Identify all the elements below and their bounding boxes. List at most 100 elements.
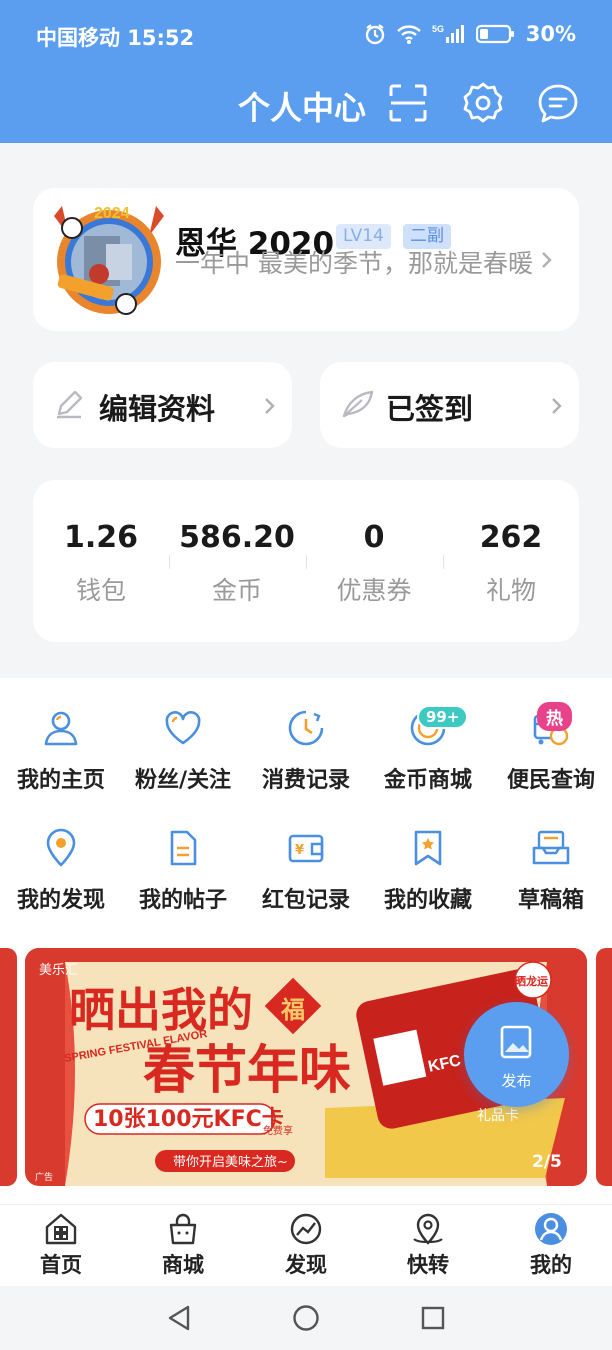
recents-icon[interactable] — [420, 1304, 446, 1332]
back-icon[interactable] — [166, 1304, 192, 1332]
wifi-icon — [396, 25, 421, 44]
tab-home[interactable]: 首页 — [0, 1205, 122, 1279]
edit-profile-label: 编辑资料 — [99, 392, 216, 426]
tab-label: 我的 — [530, 1253, 572, 1277]
user-icon — [44, 711, 78, 746]
svg-text:10张100元KFC卡: 10张100元KFC卡 — [93, 1107, 284, 1132]
grid-label: 我的主页 — [16, 768, 105, 793]
tab-label: 商城 — [162, 1253, 204, 1277]
stat-label: 礼物 — [485, 576, 536, 605]
stat-value: 262 — [479, 520, 543, 555]
discover-icon — [290, 1213, 322, 1245]
grid-label: 消费记录 — [261, 768, 350, 793]
status-carrier-time: 中国移动 15:52 — [36, 26, 195, 50]
badge-hot: 热 — [537, 702, 572, 731]
avatar[interactable]: 2024 — [44, 196, 174, 320]
pencil-icon — [57, 390, 83, 419]
shop-icon — [169, 1213, 197, 1245]
svg-text:礼品卡: 礼品卡 — [477, 1108, 519, 1124]
signin-label: 已签到 — [386, 392, 474, 426]
publish-label: 发布 — [501, 1072, 532, 1090]
grid-item-drafts[interactable]: 草稿箱 — [490, 828, 612, 914]
tab-label: 发现 — [285, 1253, 327, 1277]
feather-icon — [342, 390, 374, 418]
chevron-right-icon — [265, 398, 275, 414]
transfer-icon — [413, 1213, 443, 1245]
home-icon — [45, 1213, 77, 1245]
heart-icon — [165, 711, 201, 745]
clock-icon — [288, 710, 324, 746]
grid-label: 红包记录 — [261, 888, 350, 913]
stat-value: 1.26 — [63, 520, 139, 555]
gear-icon[interactable] — [460, 80, 506, 126]
grid-label: 草稿箱 — [517, 888, 584, 913]
profile-icon — [535, 1213, 567, 1245]
tab-me[interactable]: 我的 — [490, 1205, 612, 1279]
divider — [169, 555, 170, 569]
svg-text:¥: ¥ — [295, 843, 304, 858]
home-nav-icon[interactable] — [292, 1304, 320, 1332]
grid-label: 我的收藏 — [383, 888, 472, 913]
grid-label: 我的帖子 — [138, 888, 227, 913]
grid-label: 金币商城 — [383, 768, 472, 793]
svg-text:春节年味: 春节年味 — [143, 1041, 351, 1101]
system-nav-bar — [0, 1286, 612, 1350]
chevron-right-icon — [542, 252, 552, 268]
divider — [443, 555, 444, 569]
tab-shop[interactable]: 商城 — [122, 1205, 244, 1279]
chevron-right-icon — [552, 398, 562, 414]
svg-text:广告: 广告 — [35, 1171, 53, 1183]
grid-item-fans[interactable]: 粉丝/关注 — [122, 708, 244, 794]
page-title: 个人中心 — [238, 89, 367, 127]
carousel-prev-peek[interactable] — [0, 948, 17, 1186]
grid-item-homepage[interactable]: 我的主页 — [0, 708, 122, 794]
scan-icon[interactable] — [385, 80, 431, 126]
grid-item-discover[interactable]: 我的发现 — [0, 828, 122, 914]
grid-label: 我的发现 — [16, 888, 105, 913]
svg-text:福: 福 — [280, 996, 305, 1024]
stat-coupons[interactable]: 0 优惠券 — [306, 520, 442, 607]
stat-gifts[interactable]: 262 礼物 — [443, 520, 579, 607]
stat-label: 钱包 — [75, 576, 126, 605]
edit-profile-button[interactable]: 编辑资料 — [33, 362, 292, 448]
svg-text:美乐汇: 美乐汇 — [39, 963, 78, 978]
tab-discover[interactable]: 发现 — [245, 1205, 367, 1279]
signature: 一年中 最美的季节，那就是春暖 — [175, 249, 533, 278]
status-icons: 5G 30% — [364, 22, 576, 46]
publish-fab[interactable]: 发布 — [464, 1002, 569, 1107]
stat-coins[interactable]: 586.20 金币 — [169, 520, 305, 607]
signal-icon: 5G — [432, 24, 464, 43]
signin-button[interactable]: 已签到 — [320, 362, 579, 448]
svg-text:2024: 2024 — [94, 205, 130, 222]
bottom-tab-bar: 首页 商城 发现 快转 我的 — [0, 1204, 612, 1286]
location-icon — [46, 828, 76, 867]
svg-text:晒出我的: 晒出我的 — [69, 983, 253, 1037]
stat-label: 优惠券 — [336, 576, 412, 605]
inbox-icon — [532, 830, 570, 865]
divider — [306, 555, 307, 569]
tab-label: 首页 — [40, 1253, 82, 1277]
grid-item-posts[interactable]: 我的帖子 — [122, 828, 244, 914]
alarm-icon — [365, 24, 384, 45]
chat-icon[interactable] — [535, 80, 581, 126]
grid-label: 粉丝/关注 — [134, 768, 232, 793]
grid-item-spending[interactable]: 消费记录 — [245, 708, 367, 794]
tab-transfer[interactable]: 快转 — [367, 1205, 489, 1279]
carousel-pager: 2/5 — [532, 1152, 562, 1172]
svg-text:晒龙运: 晒龙运 — [515, 974, 548, 988]
grid-item-redpacket[interactable]: ¥ 红包记录 — [245, 828, 367, 914]
svg-text:带你开启美味之旅~: 带你开启美味之旅~ — [173, 1155, 288, 1170]
app-header: 中国移动 15:52 5G 30% 个人中心 — [0, 0, 612, 143]
carousel-next-peek[interactable] — [596, 948, 612, 1186]
grid-item-favorites[interactable]: 我的收藏 — [367, 828, 489, 914]
stat-wallet[interactable]: 1.26 钱包 — [33, 520, 169, 607]
wallet-icon: ¥ — [288, 834, 324, 863]
document-icon — [170, 830, 197, 866]
svg-text:免费享: 免费享 — [263, 1124, 293, 1137]
stat-value: 0 — [363, 520, 385, 555]
battery-icon — [475, 24, 514, 44]
badge-99plus: 99+ — [417, 705, 469, 729]
stat-label: 金币 — [211, 576, 262, 605]
svg-text:5G: 5G — [432, 24, 444, 34]
bookmark-icon — [414, 830, 442, 866]
